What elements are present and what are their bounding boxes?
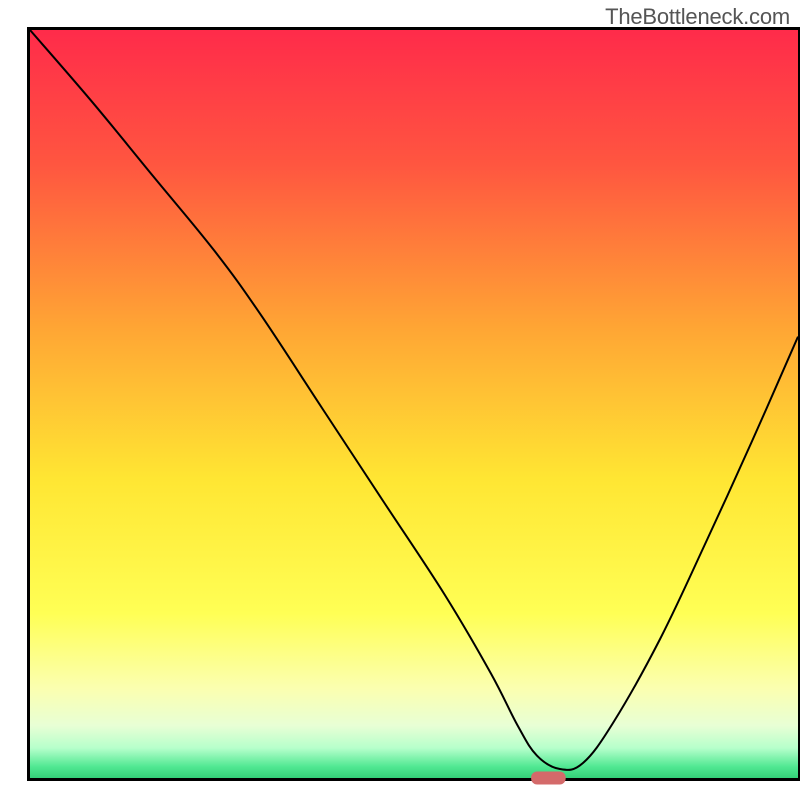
watermark-text: TheBottleneck.com — [605, 4, 790, 30]
bottleneck-chart — [0, 0, 800, 800]
optimal-marker — [531, 772, 566, 785]
chart-plot-area — [30, 30, 798, 778]
